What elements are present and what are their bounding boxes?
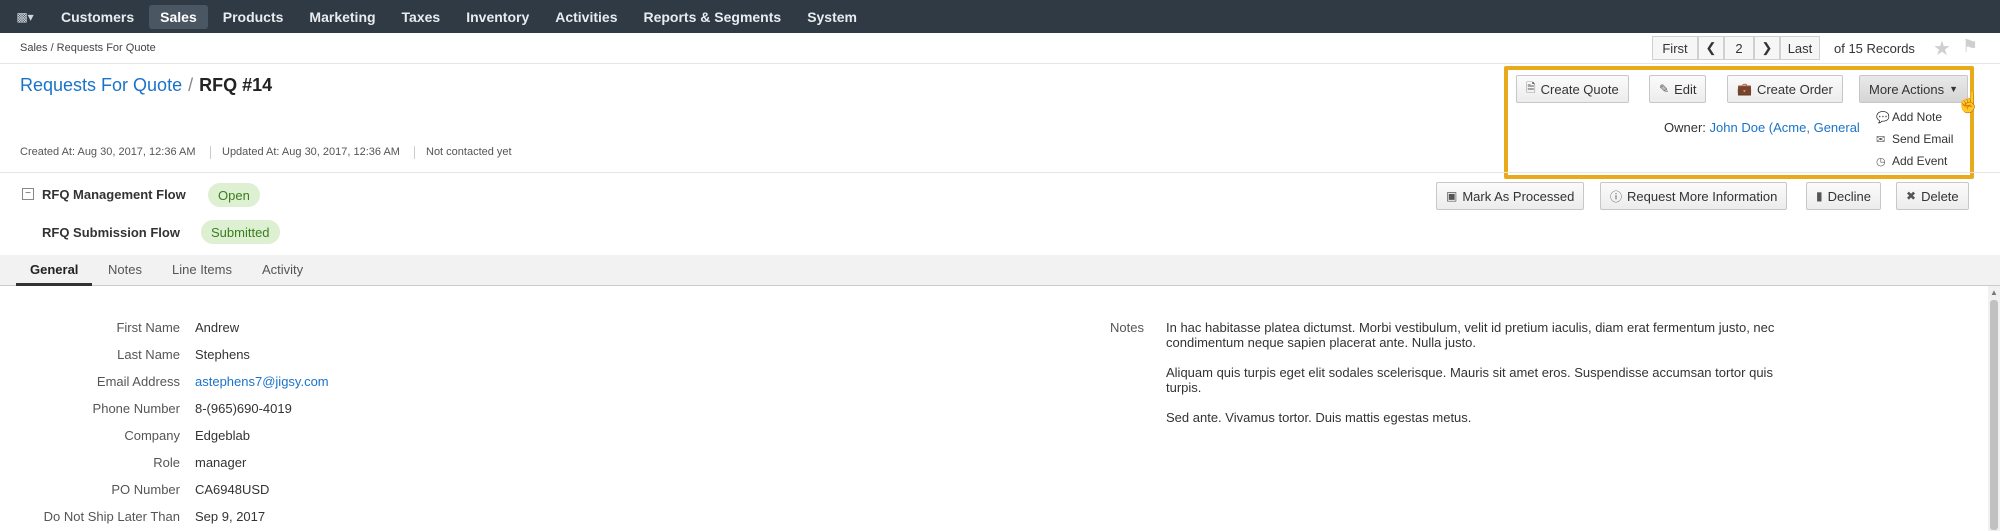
chevron-left-icon: ❮ (1705, 40, 1717, 55)
header-divider (0, 63, 2000, 64)
field-label-ship-date: Do Not Ship Later Than (43, 509, 180, 524)
mark-processed-label: Mark As Processed (1462, 188, 1575, 204)
field-value-email[interactable]: astephens7@jigsy.com (195, 374, 329, 389)
pager-prev-button[interactable]: ❮ (1698, 36, 1724, 60)
notes-label: Notes (1110, 320, 1144, 335)
notes-paragraph: In hac habitasse platea dictumst. Morbi … (1166, 320, 1775, 350)
pager-first-button[interactable]: First (1652, 36, 1698, 60)
nav-item-marketing[interactable]: Marketing (298, 5, 386, 29)
breadcrumb: Sales / Requests For Quote (20, 42, 156, 54)
pager-record-count: of 15 Records (1834, 40, 1915, 56)
pager-next-button[interactable]: ❯ (1754, 36, 1780, 60)
tab-notes[interactable]: Notes (108, 255, 142, 286)
nav-item-taxes[interactable]: Taxes (391, 5, 452, 29)
tab-activity[interactable]: Activity (262, 255, 303, 286)
vertical-scrollbar[interactable]: ▲ (1988, 286, 2000, 531)
field-value-po-number: CA6948USD (195, 482, 270, 497)
notes-content: In hac habitasse platea dictumst. Morbi … (1166, 320, 1786, 440)
nav-item-customers[interactable]: Customers (50, 5, 145, 29)
status-badge-submitted: Submitted (201, 220, 280, 244)
nav-item-activities[interactable]: Activities (544, 5, 628, 29)
nav-item-inventory[interactable]: Inventory (455, 5, 540, 29)
record-title: RFQ #14 (199, 75, 273, 95)
nav-item-sales[interactable]: Sales (149, 4, 208, 29)
meta-divider (414, 146, 415, 159)
request-info-button[interactable]: ⓘ Request More Information (1600, 182, 1788, 210)
request-info-label: Request More Information (1627, 188, 1778, 204)
field-label-role: Role (153, 455, 180, 470)
main-navigation: ▩▾ Customers Sales Products Marketing Ta… (0, 0, 2000, 33)
decline-label: Decline (1827, 188, 1871, 204)
notes-paragraph: Sed ante. Vivamus tortor. Duis mattis eg… (1166, 410, 1472, 425)
tab-general[interactable]: General (16, 255, 93, 286)
section-link[interactable]: Requests For Quote (20, 75, 182, 95)
field-value-ship-date: Sep 9, 2017 (195, 509, 266, 524)
field-label-first-name: First Name (116, 320, 180, 335)
pin-icon[interactable]: ⚑ (1962, 36, 1978, 57)
updated-at: Updated At: Aug 30, 2017, 12:36 AM (222, 146, 400, 158)
dashboard-menu-button[interactable]: ▩▾ (0, 0, 50, 33)
bar-chart-icon: ▩▾ (16, 9, 34, 24)
scroll-up-icon[interactable]: ▲ (1990, 288, 1998, 297)
nav-item-products[interactable]: Products (212, 5, 295, 29)
nav-item-reports-segments[interactable]: Reports & Segments (632, 5, 792, 29)
title-separator: / (188, 75, 194, 95)
close-icon: ✖ (1906, 189, 1917, 203)
field-value-last-name: Stephens (195, 347, 250, 362)
scrollbar-thumb[interactable] (1990, 300, 1998, 530)
field-value-company: Edgeblab (195, 428, 250, 443)
meta-divider (210, 146, 211, 159)
record-pager: First ❮ 2 ❯ Last of 15 Records (1652, 35, 1915, 61)
question-circle-icon: ⓘ (1610, 189, 1623, 204)
tab-bar: General Notes Line Items Activity (0, 255, 2000, 286)
field-label-phone: Phone Number (92, 401, 180, 416)
pager-page-number[interactable]: 2 (1724, 36, 1754, 60)
delete-button[interactable]: ✖ Delete (1896, 182, 1969, 210)
created-at: Created At: Aug 30, 2017, 12:36 AM (20, 146, 196, 158)
field-label-company: Company (124, 428, 180, 443)
star-icon[interactable]: ★ (1933, 36, 1951, 61)
status-badge-open: Open (208, 183, 260, 207)
hand-cursor-icon: ☝ (1956, 92, 1981, 114)
field-value-first-name: Andrew (195, 320, 240, 335)
field-label-email: Email Address (96, 374, 180, 389)
archive-icon: ▣ (1446, 189, 1458, 203)
pager-last-button[interactable]: Last (1780, 36, 1820, 60)
page-title: Requests For Quote / RFQ #14 (20, 75, 272, 96)
delete-label: Delete (1921, 188, 1959, 204)
field-label-po-number: PO Number (111, 482, 180, 497)
contact-status: Not contacted yet (426, 146, 512, 158)
minus-square-icon: ▮ (1816, 189, 1823, 203)
notes-paragraph: Aliquam quis turpis eget elit sodales sc… (1166, 365, 1773, 395)
field-label-last-name: Last Name (117, 347, 180, 362)
flow-label-management: RFQ Management Flow (42, 187, 186, 202)
flow-label-submission: RFQ Submission Flow (42, 225, 180, 240)
decline-button[interactable]: ▮ Decline (1806, 182, 1881, 210)
field-value-phone: 8-(965)690-4019 (195, 401, 292, 416)
field-value-role: manager (195, 455, 247, 470)
nav-item-system[interactable]: System (796, 5, 868, 29)
mark-processed-button[interactable]: ▣ Mark As Processed (1436, 182, 1585, 210)
collapse-toggle[interactable]: − (22, 188, 34, 200)
meta-divider-line (0, 172, 2000, 173)
chevron-right-icon: ❯ (1761, 40, 1773, 55)
tab-line-items[interactable]: Line Items (172, 255, 232, 286)
highlight-frame (1504, 66, 1974, 179)
